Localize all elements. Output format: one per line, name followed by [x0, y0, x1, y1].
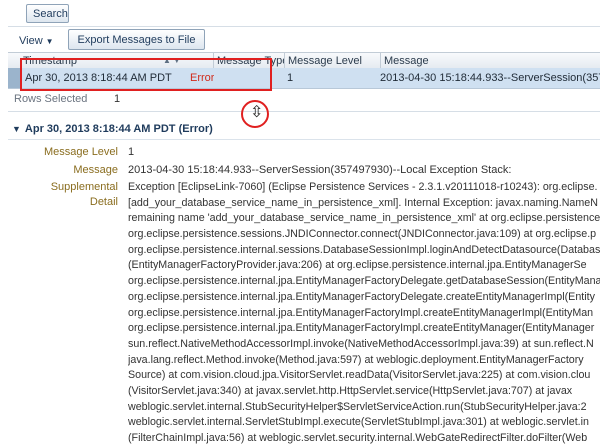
export-messages-button[interactable]: Export Messages to File	[68, 29, 205, 50]
trace-line: org.eclipse.persistence.internal.jpa.Ent…	[128, 275, 600, 288]
message-value: 2013-04-30 15:18:44.933--ServerSession(3…	[128, 164, 512, 176]
trace-line: org.eclipse.persistence.internal.jpa.Ent…	[128, 290, 595, 303]
trace-line: (VisitorServlet.java:340) at javax.servl…	[128, 384, 573, 397]
trace-line: org.eclipse.persistence.internal.session…	[128, 243, 600, 256]
detail-divider	[8, 139, 600, 140]
message-level-value: 1	[128, 146, 135, 158]
supplemental-detail-text: Exception [EclipseLink-7060] (Eclipse Pe…	[128, 180, 600, 447]
annotation-highlight-box	[20, 58, 272, 91]
trace-line: java.lang.reflect.Method.invoke(Method.j…	[128, 353, 584, 366]
supplemental-label-line-1: Supplemental	[50, 181, 118, 193]
chevron-down-icon[interactable]: ▼	[12, 124, 21, 134]
trace-line: org.eclipse.persistence.internal.jpa.Ent…	[128, 322, 595, 335]
trace-line: (EntityManagerFactoryProvider.java:206) …	[128, 259, 587, 272]
trace-line: weblogic.servlet.internal.StubSecurityHe…	[128, 400, 587, 413]
trace-line: remaining name 'add_your_database_servic…	[128, 212, 600, 225]
trace-line: Source) at com.vision.cloud.jpa.VisitorS…	[128, 369, 591, 382]
supplemental-label-line-2: Detail	[89, 196, 118, 208]
detail-title: Apr 30, 2013 8:18:44 AM PDT (Error)	[24, 123, 213, 135]
trace-line: (FilterChainImpl.java:56) at weblogic.se…	[128, 432, 588, 444]
trace-line: sun.reflect.NativeMethodAccessorImpl.inv…	[128, 337, 594, 350]
search-button[interactable]: Search	[26, 4, 69, 23]
message-level-label: Message Level	[44, 146, 118, 158]
trace-line: [add_your_database_service_name_in_persi…	[128, 196, 598, 209]
trace-line: org.eclipse.persistence.internal.jpa.Ent…	[128, 306, 594, 319]
row-selector[interactable]	[8, 68, 20, 88]
message-label: Message	[73, 164, 118, 176]
supplemental-detail-label: Supplemental Detail	[30, 181, 118, 208]
cell-message: 2013-04-30 15:18:44.933--ServerSession(3…	[380, 72, 600, 84]
chevron-down-icon: ▼	[45, 37, 54, 46]
trace-line: Exception [EclipseLink-7060] (Eclipse Pe…	[128, 181, 598, 193]
splitter-line	[8, 111, 600, 112]
detail-panel-header[interactable]: ▼ Apr 30, 2013 8:18:44 AM PDT (Error)	[12, 123, 213, 135]
trace-line: weblogic.servlet.internal.ServletStubImp…	[128, 416, 589, 429]
toolbar-divider	[8, 26, 600, 27]
rows-selected-label: Rows Selected	[14, 93, 88, 105]
trace-line: org.eclipse.persistence.sessions.JNDICon…	[128, 228, 597, 241]
rows-selected-count: 1	[114, 93, 121, 105]
rows-selected-status: Rows Selected 1	[14, 93, 120, 105]
view-menu[interactable]: View ▼	[12, 31, 62, 49]
column-header-message[interactable]: Message	[380, 53, 600, 69]
resize-handle-icon[interactable]: ⇳	[250, 103, 263, 123]
cell-message-level: 1	[287, 72, 294, 84]
view-menu-label: View	[19, 35, 43, 47]
column-header-message-level[interactable]: Message Level	[284, 53, 380, 69]
